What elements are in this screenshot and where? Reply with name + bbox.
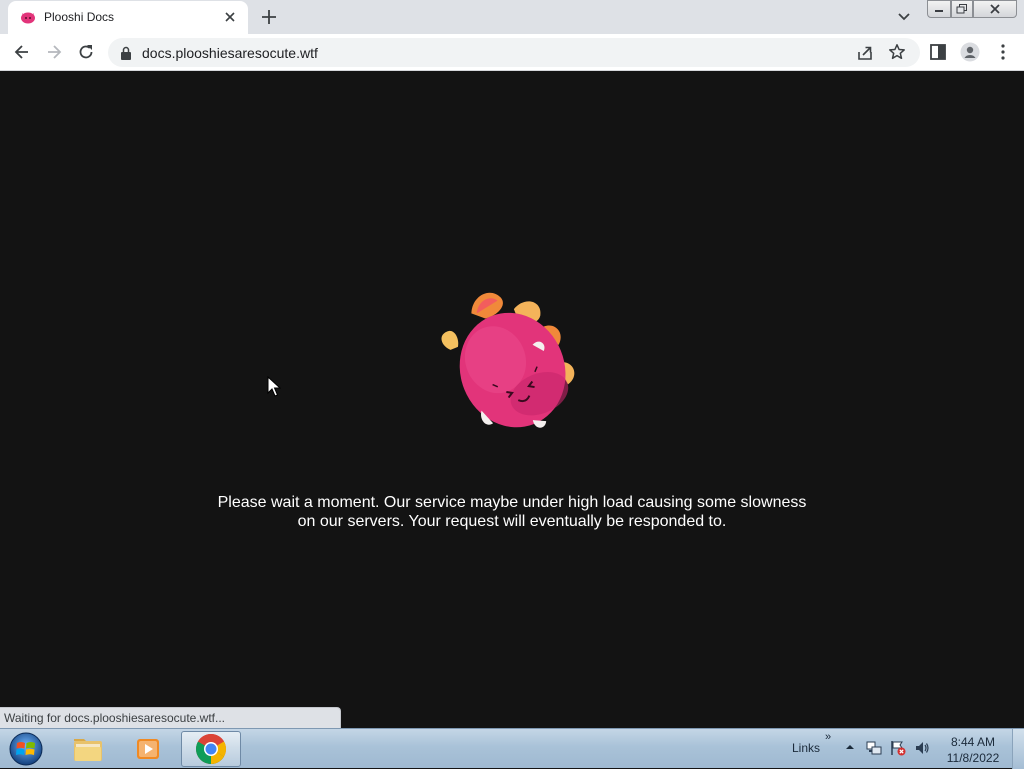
action-center-flag-icon[interactable]: [890, 740, 906, 756]
loading-message-line-2: on our servers. Your request will eventu…: [297, 513, 727, 530]
loading-message-line-1: Please wait a moment. Our service maybe …: [217, 494, 807, 511]
links-toolbar-label[interactable]: Links: [792, 741, 820, 755]
side-panel-icon[interactable]: [928, 42, 948, 62]
url-text[interactable]: docs.plooshiesaresocute.wtf: [142, 45, 318, 61]
links-chevron[interactable]: »: [825, 731, 831, 743]
lock-icon[interactable]: [120, 46, 132, 60]
forward-arrow-icon[interactable]: [44, 42, 64, 62]
media-player-icon: [137, 739, 159, 759]
back-arrow-icon[interactable]: [12, 42, 32, 62]
share-icon[interactable]: [856, 44, 874, 62]
close-tab-icon[interactable]: [222, 9, 238, 25]
show-desktop-button[interactable]: [1012, 729, 1024, 769]
restore-icon: [956, 4, 967, 14]
window-controls: [927, 0, 1019, 18]
kebab-menu-icon[interactable]: [993, 42, 1013, 62]
status-bubble: Waiting for docs.plooshiesaresocute.wtf.…: [0, 707, 341, 728]
close-icon: [990, 4, 1000, 14]
star-icon[interactable]: [888, 43, 906, 61]
new-tab-icon[interactable]: [258, 6, 280, 28]
tab-plooshi-docs[interactable]: Plooshi Docs: [8, 1, 248, 34]
mouse-cursor-icon: [267, 376, 281, 397]
chrome-icon: [195, 733, 227, 765]
profile-icon[interactable]: [960, 42, 980, 62]
tab-title: Plooshi Docs: [44, 10, 115, 24]
address-bar[interactable]: docs.plooshiesaresocute.wtf: [108, 38, 920, 67]
system-clock[interactable]: 8:44 AM 11/8/2022: [942, 734, 1004, 766]
page-content: Please wait a moment. Our service maybe …: [0, 71, 1024, 728]
close-window-button[interactable]: [973, 0, 1017, 18]
folder-icon: [74, 739, 102, 761]
show-hidden-icons-icon[interactable]: [845, 743, 855, 751]
clock-time: 8:44 AM: [950, 735, 996, 749]
taskbar-explorer-button[interactable]: [60, 731, 116, 767]
minimize-button[interactable]: [927, 0, 951, 18]
browser-toolbar: docs.plooshiesaresocute.wtf: [0, 34, 1024, 71]
taskbar-chrome-button[interactable]: [181, 731, 241, 767]
minimize-icon: [935, 10, 943, 12]
network-icon[interactable]: [866, 740, 882, 756]
volume-icon[interactable]: [914, 740, 930, 756]
plooshi-mascot-image: [441, 292, 575, 428]
tab-strip: Plooshi Docs: [0, 0, 1024, 34]
windows-taskbar: Links » 8:44 AM 11/8/2022: [0, 728, 1024, 769]
windows-start-icon[interactable]: [6, 731, 46, 767]
clock-date: 11/8/2022: [946, 751, 1000, 765]
loading-message: Please wait a moment. Our service maybe …: [180, 493, 844, 531]
reload-icon[interactable]: [76, 42, 96, 62]
restore-button[interactable]: [951, 0, 973, 18]
tab-search-chevron-icon[interactable]: [894, 8, 914, 26]
taskbar-media-player-button[interactable]: [120, 731, 176, 767]
plooshi-favicon-icon: [21, 12, 35, 24]
